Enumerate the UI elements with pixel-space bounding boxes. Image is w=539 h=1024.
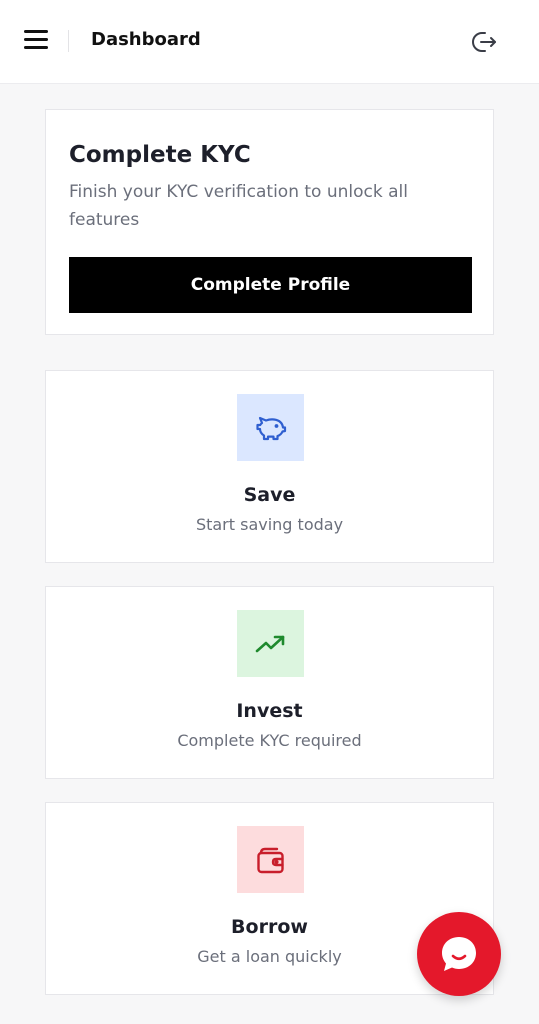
hamburger-menu-icon-line-top bbox=[24, 30, 48, 33]
logout-icon bbox=[472, 32, 496, 52]
trending-up-icon bbox=[255, 635, 284, 652]
borrow-icon-box bbox=[237, 826, 304, 893]
kyc-card: Complete KYC Finish your KYC verificatio… bbox=[45, 109, 494, 335]
invest-icon-box bbox=[237, 610, 304, 677]
hamburger-menu-icon-line-middle bbox=[24, 38, 48, 41]
wallet-icon bbox=[256, 847, 284, 873]
header-divider bbox=[68, 30, 69, 52]
app-header: Dashboard bbox=[0, 0, 539, 84]
page-title: Dashboard bbox=[91, 29, 201, 50]
chat-bubble-icon bbox=[442, 937, 476, 971]
save-icon-box bbox=[237, 394, 304, 461]
piggy-bank-icon bbox=[255, 416, 286, 440]
menu-button[interactable] bbox=[22, 28, 50, 52]
invest-title: Invest bbox=[236, 700, 303, 722]
complete-profile-button[interactable]: Complete Profile bbox=[69, 257, 472, 313]
logout-button[interactable] bbox=[470, 28, 498, 56]
kyc-card-description: Finish your KYC verification to unlock a… bbox=[69, 182, 408, 230]
save-title: Save bbox=[243, 484, 296, 506]
save-subtitle: Start saving today bbox=[195, 515, 344, 534]
hamburger-menu-icon-line-bottom bbox=[24, 46, 48, 49]
kyc-card-title: Complete KYC bbox=[69, 142, 251, 168]
save-card[interactable]: Save Start saving today bbox=[45, 370, 494, 563]
invest-subtitle: Complete KYC required bbox=[177, 731, 362, 750]
invest-card[interactable]: Invest Complete KYC required bbox=[45, 586, 494, 779]
chat-button[interactable] bbox=[417, 912, 501, 996]
